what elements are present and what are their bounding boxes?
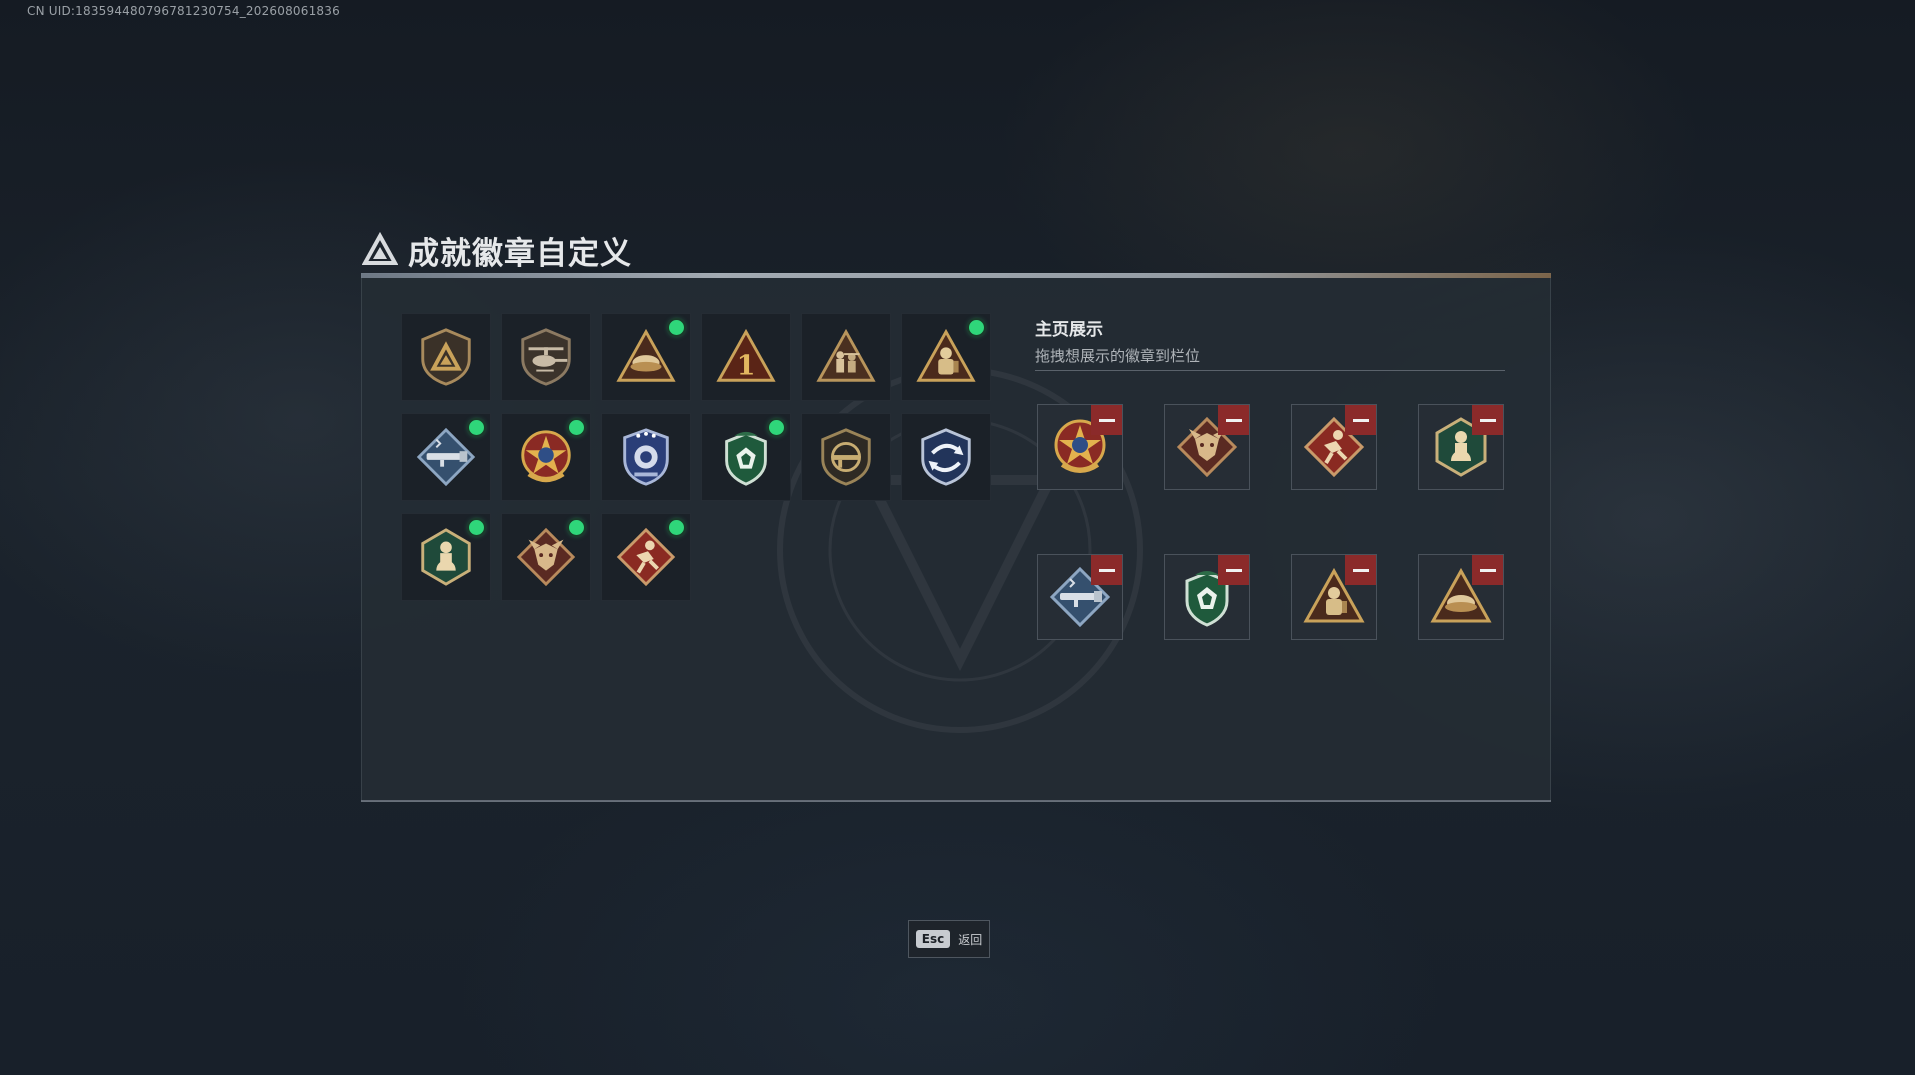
minus-icon	[1225, 418, 1242, 422]
showcase-slot[interactable]	[1418, 404, 1504, 490]
showcase-slot[interactable]	[1037, 554, 1123, 640]
showcase-title: 主页展示	[1035, 320, 1103, 340]
badge-item[interactable]	[901, 313, 991, 401]
back-label: 返回	[958, 932, 983, 947]
badge-item[interactable]	[901, 413, 991, 501]
minus-icon	[1352, 568, 1369, 572]
badge-item[interactable]	[701, 413, 791, 501]
badge-item[interactable]	[401, 313, 491, 401]
triangle-logo-icon	[362, 232, 398, 268]
shield-triangle-icon	[415, 326, 477, 388]
badge-item[interactable]: 1	[701, 313, 791, 401]
new-indicator-dot	[569, 520, 584, 535]
panel-top-border	[361, 273, 1551, 278]
minus-icon	[1479, 418, 1496, 422]
page-title: 成就徽章自定义	[408, 235, 632, 272]
badge-item[interactable]	[401, 513, 491, 601]
badge-item[interactable]	[601, 413, 691, 501]
triangle-soldiers-icon	[815, 326, 877, 388]
gun-shield-icon	[815, 426, 877, 488]
diamond-dragon-icon	[515, 526, 577, 588]
new-indicator-dot	[969, 320, 984, 335]
remove-badge-button[interactable]	[1091, 555, 1122, 585]
showcase-subtitle: 拖拽想展示的徽章到栏位	[1035, 347, 1201, 365]
remove-badge-button[interactable]	[1218, 555, 1249, 585]
page-header: 成就徽章自定义	[362, 228, 632, 272]
remove-badge-button[interactable]	[1345, 555, 1376, 585]
green-gem-shield-icon	[715, 426, 777, 488]
minus-icon	[1098, 418, 1115, 422]
showcase-slot[interactable]	[1164, 404, 1250, 490]
showcase-slot[interactable]	[1037, 404, 1123, 490]
badge-item[interactable]	[801, 313, 891, 401]
remove-badge-button[interactable]	[1472, 555, 1503, 585]
back-button[interactable]: Esc 返回	[908, 920, 990, 958]
badge-item[interactable]	[601, 313, 691, 401]
showcase-slot[interactable]	[1164, 554, 1250, 640]
showcase-slot[interactable]	[1418, 554, 1504, 640]
badge-collection-grid: 1	[401, 313, 991, 601]
minus-icon	[1352, 418, 1369, 422]
badge-item[interactable]	[801, 413, 891, 501]
remove-badge-button[interactable]	[1472, 405, 1503, 435]
blue-police-badge-icon	[615, 426, 677, 488]
esc-key-icon: Esc	[915, 930, 951, 948]
badge-item[interactable]	[501, 513, 591, 601]
star-medal-icon	[515, 426, 577, 488]
showcase-divider	[1035, 370, 1505, 371]
new-indicator-dot	[769, 420, 784, 435]
diamond-sprinter-icon	[615, 526, 677, 588]
remove-badge-button[interactable]	[1218, 405, 1249, 435]
new-indicator-dot	[469, 520, 484, 535]
new-indicator-dot	[669, 520, 684, 535]
new-indicator-dot	[569, 420, 584, 435]
uid-watermark: CN UID:18359448079678123075​4_2026080618…	[27, 4, 340, 18]
svg-text:1: 1	[737, 350, 756, 381]
showcase-slot[interactable]	[1291, 554, 1377, 640]
triangle-number-one-icon: 1	[715, 326, 777, 388]
hexagon-crouch-figure-icon	[415, 526, 477, 588]
minus-icon	[1098, 568, 1115, 572]
panel-bottom-border	[361, 800, 1551, 802]
triangle-hands-icon	[615, 326, 677, 388]
minus-icon	[1479, 568, 1496, 572]
badge-item[interactable]	[501, 313, 591, 401]
new-indicator-dot	[669, 320, 684, 335]
badge-item[interactable]	[401, 413, 491, 501]
remove-badge-button[interactable]	[1091, 405, 1122, 435]
new-indicator-dot	[469, 420, 484, 435]
badge-item[interactable]	[501, 413, 591, 501]
minus-icon	[1225, 568, 1242, 572]
showcase-header: 主页展示 拖拽想展示的徽章到栏位	[1035, 315, 1200, 366]
triangle-firefighter-icon	[915, 326, 977, 388]
remove-badge-button[interactable]	[1345, 405, 1376, 435]
showcase-slots	[1037, 404, 1504, 640]
diamond-rocket-launcher-icon	[415, 426, 477, 488]
showcase-slot[interactable]	[1291, 404, 1377, 490]
blue-arrows-shield-icon	[915, 426, 977, 488]
badge-item[interactable]	[601, 513, 691, 601]
helicopter-badge-icon	[515, 326, 577, 388]
